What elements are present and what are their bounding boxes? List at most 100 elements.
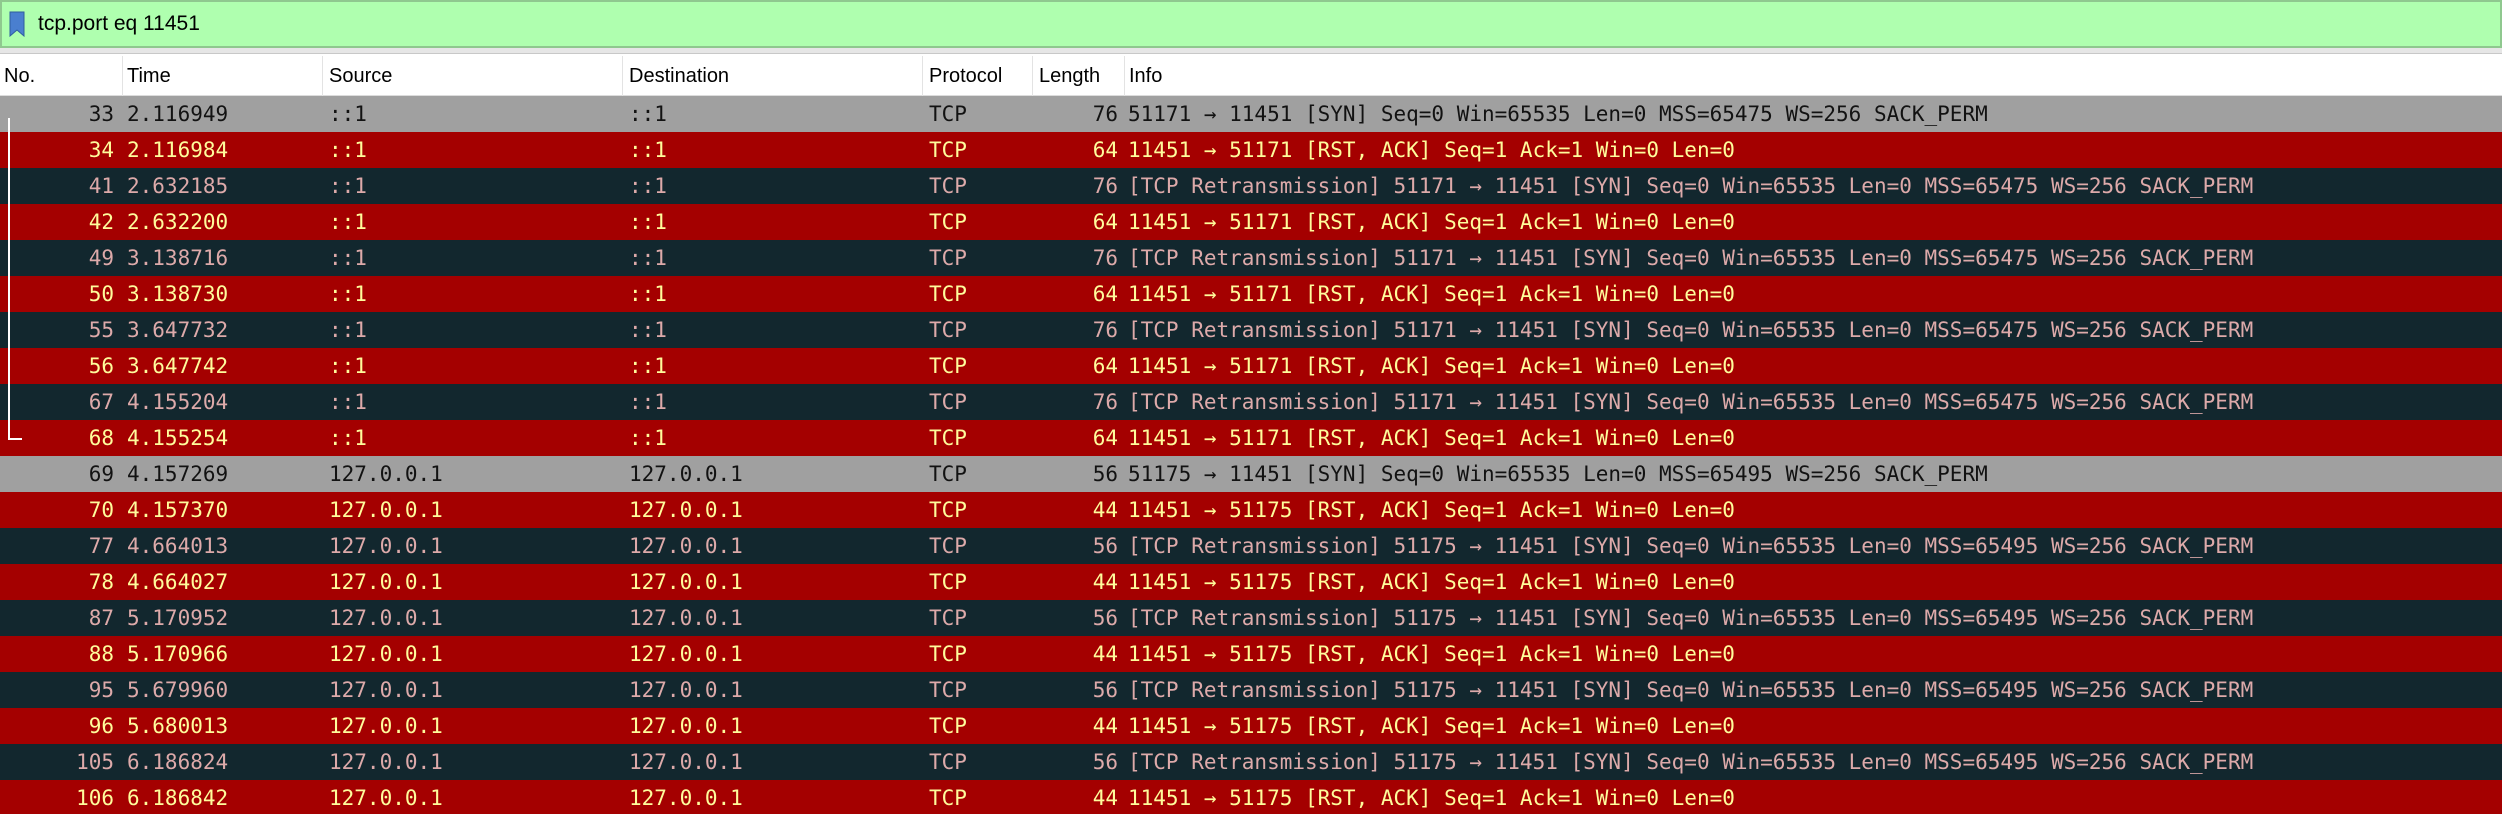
packet-time: 2.632185 [127, 174, 229, 198]
packet-list-window: tcp.port eq 11451 No. Time Source Destin… [0, 0, 2502, 814]
packet-length: 56 [1092, 462, 1118, 486]
packet-protocol: TCP [929, 102, 967, 126]
packet-info: 51171 → 11451 [SYN] Seq=0 Win=65535 Len=… [1128, 102, 1988, 126]
packet-no: 55 [88, 318, 114, 342]
packet-row[interactable]: 77 4.664013 127.0.0.1 127.0.0.1 TCP 56 [TCP Re… [0, 528, 2502, 564]
packet-length: 56 [1092, 606, 1118, 630]
packet-no: 49 [88, 246, 114, 270]
packet-row[interactable]: 50 3.138730::1::1 TCP 64 11451 → 51171 [RST,… [0, 276, 2502, 312]
packet-time: 4.664013 [127, 534, 229, 558]
packet-time: 2.632200 [127, 210, 229, 234]
packet-source: ::1 [329, 426, 367, 450]
packet-length: 76 [1092, 102, 1118, 126]
display-filter-bar[interactable]: tcp.port eq 11451 [0, 0, 2502, 48]
packet-length: 76 [1092, 246, 1118, 270]
packet-source: 127.0.0.1 [329, 642, 443, 666]
packet-row[interactable]: 67 4.155204::1::1 TCP 76 [TCP Retransmission… [0, 384, 2502, 420]
packet-row[interactable]: 55 3.647732::1::1 TCP 76 [TCP Retransmission… [0, 312, 2502, 348]
packet-row[interactable]: 95 5.679960 127.0.0.1 127.0.0.1 TCP 56 [TCP Re… [0, 672, 2502, 708]
packet-row[interactable]: 56 3.647742::1::1 TCP 64 11451 → 51171 [RST,… [0, 348, 2502, 384]
packet-destination: ::1 [629, 246, 667, 270]
packet-row[interactable]: 105 6.186824 127.0.0.1 127.0.0.1 TCP 56 [TCP R… [0, 744, 2502, 780]
toolbar-separator [0, 48, 2502, 54]
packet-time: 3.647742 [127, 354, 229, 378]
packet-protocol: TCP [929, 246, 967, 270]
packet-time: 4.157370 [127, 498, 229, 522]
packet-row[interactable]: 70 4.157370 127.0.0.1 127.0.0.1 TCP 44 11451 →… [0, 492, 2502, 528]
packet-no: 78 [88, 570, 114, 594]
packet-source: ::1 [329, 138, 367, 162]
column-header-protocol[interactable]: Protocol [925, 56, 1033, 96]
packet-time: 6.186824 [127, 750, 229, 774]
packet-source: ::1 [329, 282, 367, 306]
packet-length: 44 [1092, 714, 1118, 738]
packet-row[interactable]: 33 2.116949::1::1 TCP 76 51171 → 11451 [SYN]… [0, 96, 2502, 132]
packet-no: 77 [88, 534, 114, 558]
packet-protocol: TCP [929, 642, 967, 666]
column-header-destination[interactable]: Destination [625, 56, 923, 96]
packet-row[interactable]: 87 5.170952 127.0.0.1 127.0.0.1 TCP 56 [TCP Re… [0, 600, 2502, 636]
packet-length: 64 [1092, 426, 1118, 450]
packet-source: 127.0.0.1 [329, 678, 443, 702]
packet-time: 5.170966 [127, 642, 229, 666]
packet-info: [TCP Retransmission] 51175 → 11451 [SYN]… [1128, 750, 2254, 774]
column-header-no[interactable]: No. [0, 56, 123, 96]
packet-time: 5.680013 [127, 714, 229, 738]
packet-info: 11451 → 51175 [RST, ACK] Seq=1 Ack=1 Win… [1128, 786, 1735, 810]
packet-row[interactable]: 68 4.155254::1::1 TCP 64 11451 → 51171 [RST,… [0, 420, 2502, 456]
column-header-info[interactable]: Info [1125, 56, 2502, 96]
packet-info: [TCP Retransmission] 51175 → 11451 [SYN]… [1128, 534, 2254, 558]
packet-destination: ::1 [629, 354, 667, 378]
column-header-length[interactable]: Length [1035, 56, 1125, 96]
packet-time: 6.186842 [127, 786, 229, 810]
packet-row[interactable]: 42 2.632200::1::1 TCP 64 11451 → 51171 [RST,… [0, 204, 2502, 240]
packet-protocol: TCP [929, 174, 967, 198]
packet-row[interactable]: 88 5.170966 127.0.0.1 127.0.0.1 TCP 44 11451 →… [0, 636, 2502, 672]
filter-bookmark-button[interactable] [2, 2, 32, 46]
packet-row[interactable]: 49 3.138716::1::1 TCP 76 [TCP Retransmission… [0, 240, 2502, 276]
packet-no: 96 [88, 714, 114, 738]
packet-info: 11451 → 51175 [RST, ACK] Seq=1 Ack=1 Win… [1128, 498, 1735, 522]
packet-destination: ::1 [629, 318, 667, 342]
packet-source: ::1 [329, 246, 367, 270]
packet-info: [TCP Retransmission] 51171 → 11451 [SYN]… [1128, 318, 2254, 342]
packet-no: 95 [88, 678, 114, 702]
packet-no: 87 [88, 606, 114, 630]
packet-destination: 127.0.0.1 [629, 750, 743, 774]
packet-row[interactable]: 34 2.116984::1::1 TCP 64 11451 → 51171 [RST,… [0, 132, 2502, 168]
packet-row[interactable]: 96 5.680013 127.0.0.1 127.0.0.1 TCP 44 11451 →… [0, 708, 2502, 744]
packet-length: 44 [1092, 570, 1118, 594]
packet-info: [TCP Retransmission] 51171 → 11451 [SYN]… [1128, 174, 2254, 198]
packet-no: 69 [88, 462, 114, 486]
packet-destination: 127.0.0.1 [629, 714, 743, 738]
packet-row[interactable]: 41 2.632185::1::1 TCP 76 [TCP Retransmission… [0, 168, 2502, 204]
packet-list-header: No. Time Source Destination Protocol Len… [0, 56, 2502, 96]
packet-length: 56 [1092, 678, 1118, 702]
packet-info: 11451 → 51171 [RST, ACK] Seq=1 Ack=1 Win… [1128, 138, 1735, 162]
packet-row[interactable]: 106 6.186842 127.0.0.1 127.0.0.1 TCP 44 11451 … [0, 780, 2502, 814]
packet-source: 127.0.0.1 [329, 498, 443, 522]
packet-no: 67 [88, 390, 114, 414]
packet-protocol: TCP [929, 282, 967, 306]
packet-source: ::1 [329, 354, 367, 378]
packet-source: 127.0.0.1 [329, 714, 443, 738]
packet-no: 88 [88, 642, 114, 666]
column-header-source[interactable]: Source [325, 56, 623, 96]
packet-destination: 127.0.0.1 [629, 786, 743, 810]
packet-protocol: TCP [929, 750, 967, 774]
packet-info: [TCP Retransmission] 51171 → 11451 [SYN]… [1128, 390, 2254, 414]
packet-length: 56 [1092, 750, 1118, 774]
packet-row[interactable]: 78 4.664027 127.0.0.1 127.0.0.1 TCP 44 11451 →… [0, 564, 2502, 600]
packet-source: ::1 [329, 102, 367, 126]
packet-info: [TCP Retransmission] 51175 → 11451 [SYN]… [1128, 606, 2254, 630]
packet-no: 34 [88, 138, 114, 162]
packet-destination: 127.0.0.1 [629, 678, 743, 702]
packet-protocol: TCP [929, 462, 967, 486]
packet-length: 76 [1092, 318, 1118, 342]
packet-row[interactable]: 69 4.157269 127.0.0.1 127.0.0.1 TCP 56 51175 →… [0, 456, 2502, 492]
packet-destination: 127.0.0.1 [629, 606, 743, 630]
packet-destination: ::1 [629, 174, 667, 198]
packet-destination: 127.0.0.1 [629, 462, 743, 486]
column-header-time[interactable]: Time [123, 56, 323, 96]
display-filter-input[interactable]: tcp.port eq 11451 [32, 12, 200, 36]
